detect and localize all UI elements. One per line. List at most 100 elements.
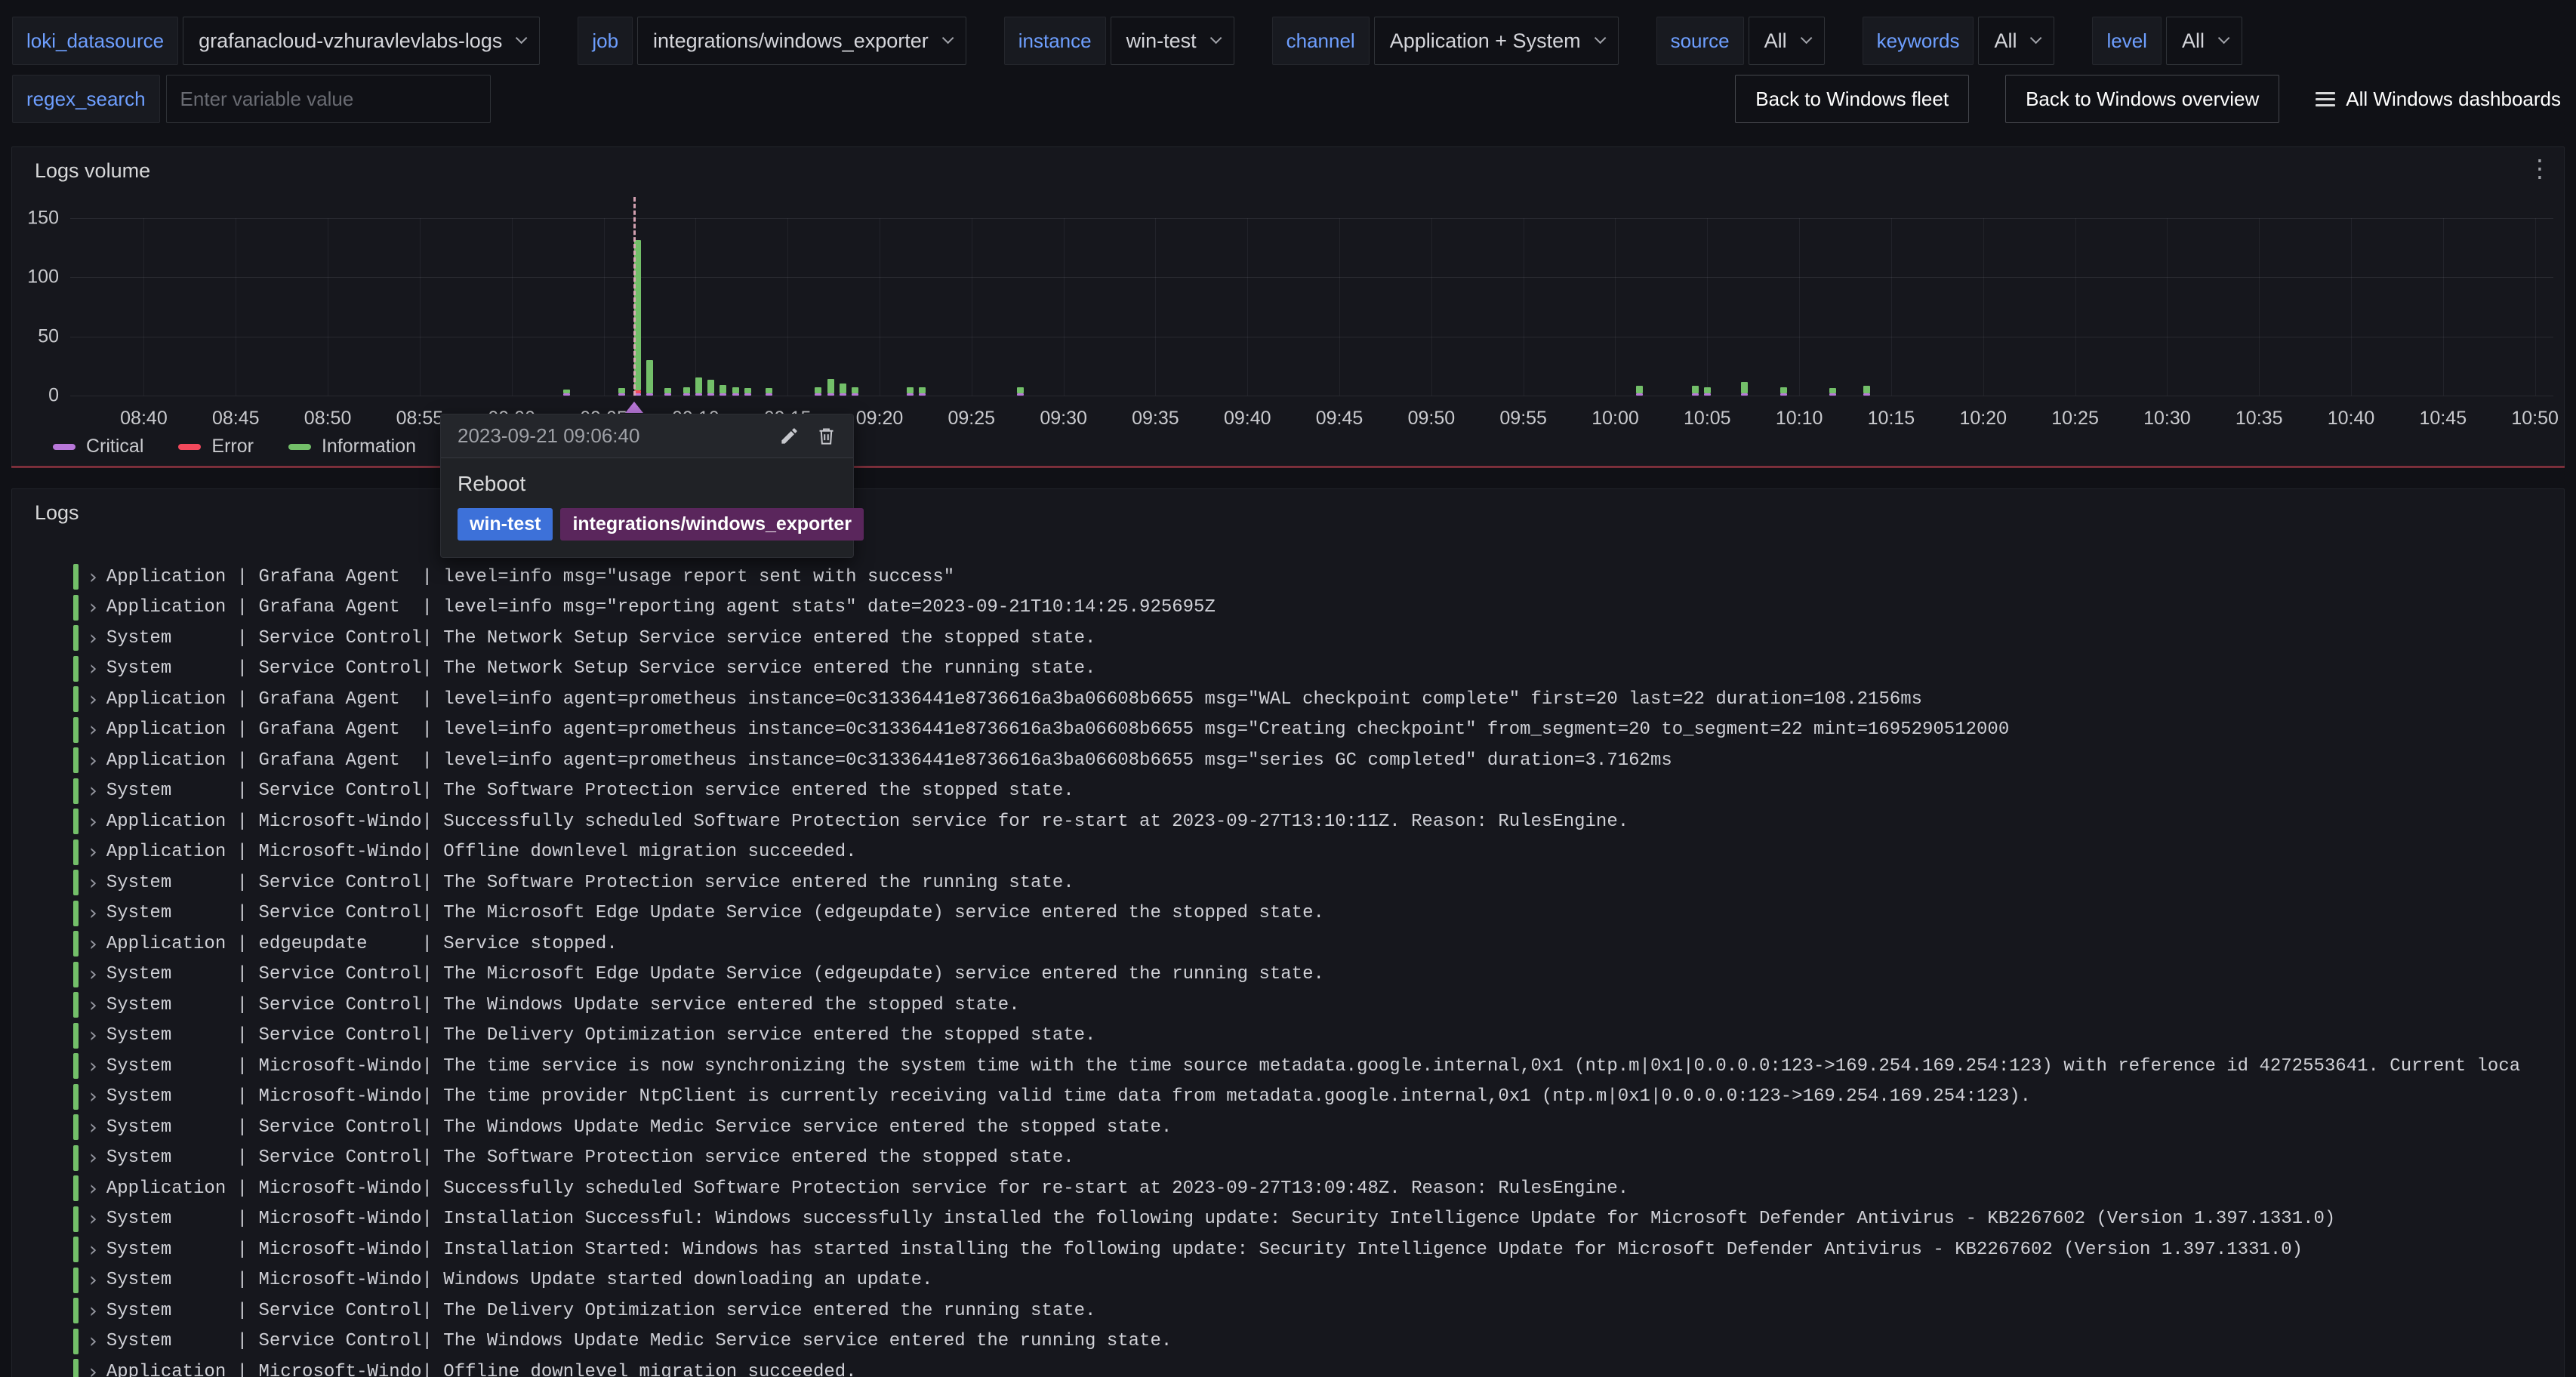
log-row[interactable]: ›System | Service Control| The Software … — [73, 1143, 2562, 1174]
regex-search-label: regex_search — [12, 75, 160, 123]
log-row[interactable]: ›System | Microsoft-Windo| Windows Updat… — [73, 1265, 2562, 1296]
chevron-right-icon: › — [89, 689, 97, 710]
log-level-indicator — [73, 1359, 79, 1377]
x-axis-tick-label: 10:50 — [2511, 408, 2559, 430]
log-level-indicator — [73, 564, 79, 590]
annotation-tag[interactable]: win-test — [458, 508, 553, 541]
variable-loki_datasource: loki_datasourcegrafanacloud-vzhuravlevla… — [12, 17, 540, 65]
log-level-indicator — [73, 1206, 79, 1232]
legend-label: Information — [322, 436, 416, 457]
chevron-right-icon: › — [89, 1362, 97, 1377]
log-row[interactable]: › Application | Grafana Agent | level=inf… — [73, 684, 2562, 715]
log-row[interactable]: ›Application | Microsoft-Windo| Successf… — [73, 1173, 2562, 1204]
log-level-indicator — [73, 686, 79, 712]
bar-segment-information — [719, 385, 726, 393]
chevron-right-icon: › — [89, 1301, 97, 1321]
all-windows-dashboards-link[interactable]: All Windows dashboards — [2316, 88, 2561, 111]
variable-select-instance[interactable]: win-test — [1111, 17, 1234, 65]
logs-volume-panel-title: Logs volume — [35, 159, 150, 183]
back-to-windows-fleet-button[interactable]: Back to Windows fleet — [1735, 75, 1969, 123]
log-row[interactable]: ›Application | Grafana Agent | level=inf… — [73, 593, 2562, 624]
log-line-text: System | Microsoft-Windo| Windows Update… — [106, 1270, 933, 1290]
chart-bar — [683, 218, 690, 396]
log-row[interactable]: ›System | Service Control| The Windows U… — [73, 1326, 2562, 1357]
panel-menu-kebab-icon[interactable]: ⋮ — [2528, 156, 2552, 180]
chevron-right-icon: › — [89, 812, 97, 832]
log-row[interactable]: ›System | Service Control| The Software … — [73, 776, 2562, 807]
x-axis-tick-label: 09:20 — [856, 408, 904, 430]
log-row[interactable]: ›System | Service Control| The Network S… — [73, 654, 2562, 685]
bar-segment-critical — [1692, 393, 1699, 396]
variable-select-keywords[interactable]: All — [1978, 17, 2054, 65]
variable-select-loki_datasource[interactable]: grafanacloud-vzhuravlevlabs-logs — [183, 17, 540, 65]
log-line-text: Application | edgeupdate | Service stopp… — [106, 934, 618, 954]
bar-segment-information — [919, 387, 926, 393]
legend-item-critical[interactable]: Critical — [53, 436, 143, 457]
bar-segment-information — [852, 387, 858, 393]
chart-bar — [1692, 218, 1699, 396]
chart-bar — [563, 218, 570, 396]
bar-segment-critical — [1636, 393, 1643, 396]
bar-segment-information — [1829, 388, 1836, 393]
annotation-line[interactable] — [633, 197, 636, 396]
log-row[interactable]: ›System | Service Control| The Windows U… — [73, 990, 2562, 1021]
chevron-right-icon: › — [89, 934, 97, 954]
log-row[interactable]: ›Application | Microsoft-Windo| Offline … — [73, 837, 2562, 868]
chevron-right-icon: › — [89, 1209, 97, 1229]
log-level-indicator — [73, 1145, 79, 1171]
x-axis-tick-label: 10:20 — [1959, 408, 2007, 430]
bar-segment-information — [1704, 387, 1711, 393]
log-row[interactable]: ›System | Service Control| The Windows U… — [73, 1112, 2562, 1143]
legend-item-information[interactable]: Information — [288, 436, 416, 457]
log-row[interactable]: ›System | Service Control| The Software … — [73, 867, 2562, 898]
annotation-marker-icon[interactable] — [625, 402, 643, 413]
chevron-right-icon: › — [89, 1056, 97, 1077]
legend-swatch-icon — [178, 444, 201, 450]
log-level-indicator — [73, 1023, 79, 1049]
submenu-row-2: regex_search Back to Windows fleet Back … — [12, 74, 2564, 124]
log-row[interactable]: ›System | Service Control| The Microsoft… — [73, 898, 2562, 929]
chart-bar — [840, 218, 846, 396]
regex-search-input[interactable] — [166, 75, 491, 123]
chevron-right-icon: › — [89, 873, 97, 893]
log-row[interactable]: ›Application | Microsoft-Windo| Offline … — [73, 1357, 2562, 1377]
log-line-text: Application | Grafana Agent | level=info… — [106, 689, 1922, 710]
plot-area[interactable] — [70, 218, 2553, 396]
log-line-text: Application | Grafana Agent | level=info… — [106, 597, 1216, 618]
log-row[interactable]: ›System | Service Control| The Network S… — [73, 623, 2562, 654]
bar-segment-critical — [766, 393, 772, 396]
chevron-down-icon — [516, 32, 528, 44]
log-level-indicator — [73, 809, 79, 834]
log-row[interactable]: ›System | Service Control| The Delivery … — [73, 1021, 2562, 1052]
delete-trash-icon[interactable] — [816, 426, 837, 446]
variable-select-channel[interactable]: Application + System — [1374, 17, 1619, 65]
panel-bottom-divider — [11, 466, 2565, 468]
log-row[interactable]: ›Application | Microsoft-Windo| Successf… — [73, 806, 2562, 837]
legend-item-error[interactable]: Error — [178, 436, 254, 457]
annotation-tag[interactable]: integrations/windows_exporter — [560, 508, 864, 541]
log-row[interactable]: ›Application | Grafana Agent | level=inf… — [73, 715, 2562, 746]
chevron-right-icon: › — [89, 750, 97, 771]
x-axis-tick-label: 10:10 — [1776, 408, 1823, 430]
log-line-text: Application | Grafana Agent | level=info… — [106, 719, 2009, 740]
log-row[interactable]: ›Application | Grafana Agent | level=inf… — [73, 745, 2562, 776]
log-row[interactable]: ›Application | Grafana Agent | level=inf… — [73, 562, 2562, 593]
variable-select-source[interactable]: All — [1749, 17, 1825, 65]
log-row[interactable]: ›System | Microsoft-Windo| Installation … — [73, 1234, 2562, 1265]
variable-select-level[interactable]: All — [2166, 17, 2242, 65]
log-row[interactable]: ›System | Microsoft-Windo| The time prov… — [73, 1082, 2562, 1113]
chart-bar — [1863, 218, 1870, 396]
log-level-indicator — [73, 595, 79, 621]
variable-select-job[interactable]: integrations/windows_exporter — [637, 17, 966, 65]
log-row[interactable]: › Application | edgeupdate | Service stop… — [73, 929, 2562, 960]
log-row[interactable]: ›System | Microsoft-Windo| The time serv… — [73, 1051, 2562, 1082]
edit-pencil-icon[interactable] — [779, 426, 800, 446]
back-to-windows-overview-button[interactable]: Back to Windows overview — [2005, 75, 2279, 123]
log-row[interactable]: ›System | Service Control| The Microsoft… — [73, 960, 2562, 990]
bar-segment-information — [1636, 386, 1643, 393]
log-row[interactable]: ›System | Service Control| The Delivery … — [73, 1295, 2562, 1326]
hamburger-icon — [2316, 92, 2335, 106]
log-line-text: System | Service Control| The Delivery O… — [106, 1025, 1096, 1046]
bar-segment-information — [695, 377, 702, 393]
log-row[interactable]: ›System | Microsoft-Windo| Installation … — [73, 1204, 2562, 1235]
